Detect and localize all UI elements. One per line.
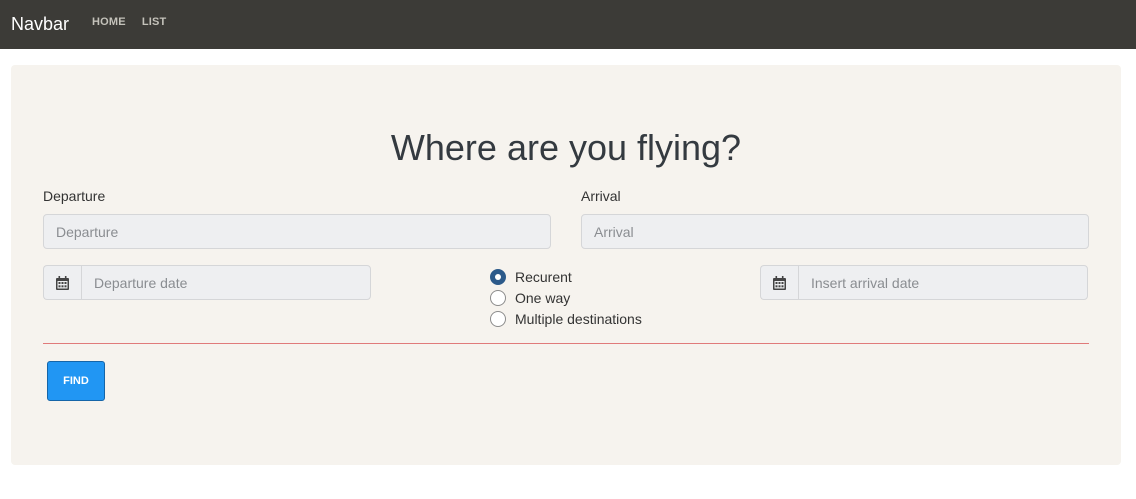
calendar-icon[interactable] <box>760 265 798 300</box>
search-card: Where are you flying? Departure Arrival <box>11 65 1121 465</box>
trip-type-radio-group: Recurent One way Multiple destinations <box>490 266 642 329</box>
departure-date-input[interactable] <box>81 265 371 300</box>
radio-label: One way <box>515 289 571 306</box>
calendar-icon[interactable] <box>43 265 81 300</box>
arrival-label: Arrival <box>581 188 621 204</box>
find-button[interactable]: FIND <box>47 361 105 401</box>
radio-option-one-way[interactable]: One way <box>490 287 642 308</box>
page-title: Where are you flying? <box>390 127 742 168</box>
radio-option-multiple-destinations[interactable]: Multiple destinations <box>490 308 642 329</box>
radio-button[interactable] <box>490 310 506 327</box>
nav-link-list[interactable]: LIST <box>142 16 167 28</box>
radio-button[interactable] <box>490 289 506 306</box>
radio-label: Multiple destinations <box>515 310 642 327</box>
navbar: Navbar HOME LIST <box>0 0 1136 49</box>
arrival-date-group <box>760 265 1088 300</box>
nav-links: HOME LIST <box>92 16 166 28</box>
radio-label: Recurent <box>515 268 572 285</box>
arrival-input[interactable] <box>581 214 1089 249</box>
departure-date-group <box>43 265 371 300</box>
navbar-brand[interactable]: Navbar <box>11 14 69 35</box>
departure-label: Departure <box>43 188 106 204</box>
nav-link-home[interactable]: HOME <box>92 16 126 28</box>
departure-input[interactable] <box>43 214 551 249</box>
radio-button-checked[interactable] <box>490 268 506 285</box>
arrival-date-input[interactable] <box>798 265 1088 300</box>
radio-option-recurent[interactable]: Recurent <box>490 266 642 287</box>
divider <box>43 343 1089 344</box>
